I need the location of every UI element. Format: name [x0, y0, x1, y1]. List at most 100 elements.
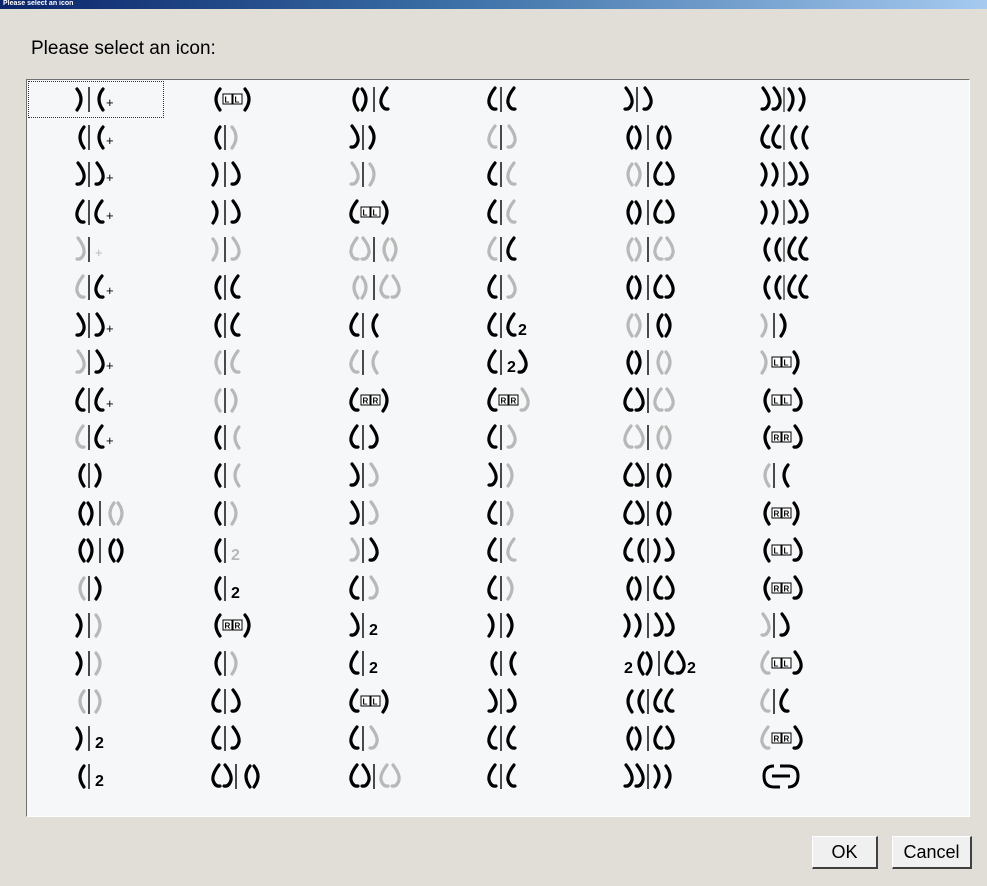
icon-cell[interactable]: 2 — [440, 344, 576, 381]
icon-cell[interactable] — [576, 570, 712, 607]
icon-cell[interactable] — [576, 119, 712, 156]
icon-cell[interactable] — [28, 683, 164, 720]
icon-cell[interactable] — [713, 194, 849, 231]
icon-cell[interactable] — [28, 457, 164, 494]
icon-cell[interactable]: LL — [164, 81, 300, 118]
icon-cell[interactable] — [302, 307, 438, 344]
icon-cell[interactable]: + — [28, 194, 164, 231]
icon-cell[interactable]: + — [28, 344, 164, 381]
icon-cell[interactable] — [164, 307, 300, 344]
icon-cell[interactable] — [576, 457, 712, 494]
icon-cell[interactable] — [713, 307, 849, 344]
icon-cell[interactable]: LL — [713, 532, 849, 569]
icon-cell[interactable] — [576, 758, 712, 795]
icon-cell[interactable] — [164, 194, 300, 231]
icon-cell[interactable] — [302, 457, 438, 494]
icon-cell[interactable]: LL — [302, 683, 438, 720]
icon-cell[interactable] — [576, 607, 712, 644]
icon-cell[interactable] — [302, 758, 438, 795]
icon-cell[interactable] — [576, 194, 712, 231]
icon-cell[interactable]: LL — [713, 382, 849, 419]
icon-cell[interactable] — [713, 119, 849, 156]
icon-cell[interactable]: RR — [713, 720, 849, 757]
icon-cell[interactable] — [440, 231, 576, 268]
icon-cell[interactable] — [713, 457, 849, 494]
icon-cell[interactable] — [28, 607, 164, 644]
icon-cell[interactable] — [302, 344, 438, 381]
icon-cell[interactable] — [164, 382, 300, 419]
icon-cell[interactable] — [164, 758, 300, 795]
icon-cell[interactable] — [28, 495, 164, 532]
icon-cell[interactable] — [713, 269, 849, 306]
icon-cell[interactable]: 2 — [28, 720, 164, 757]
cancel-button[interactable]: Cancel — [892, 836, 972, 869]
icon-cell[interactable] — [302, 156, 438, 193]
icon-cell[interactable]: 2 — [164, 570, 300, 607]
icon-cell[interactable] — [576, 269, 712, 306]
icon-cell[interactable]: + — [28, 156, 164, 193]
icon-cell[interactable] — [440, 570, 576, 607]
icon-cell[interactable] — [302, 419, 438, 456]
icon-cell[interactable] — [713, 81, 849, 118]
icon-cell[interactable] — [576, 307, 712, 344]
icon-cell[interactable] — [713, 156, 849, 193]
icon-cell[interactable] — [576, 683, 712, 720]
icon-cell[interactable] — [576, 532, 712, 569]
icon-cell[interactable] — [440, 495, 576, 532]
icon-cell[interactable] — [440, 758, 576, 795]
icon-cell[interactable]: RR — [440, 382, 576, 419]
icon-cell[interactable] — [28, 645, 164, 682]
icon-cell[interactable]: 2 — [164, 532, 300, 569]
icon-cell[interactable] — [302, 231, 438, 268]
icon-cell[interactable]: 2 — [302, 607, 438, 644]
icon-cell[interactable]: + — [28, 269, 164, 306]
icon-cell[interactable] — [576, 81, 712, 118]
icon-cell[interactable] — [440, 532, 576, 569]
icon-cell[interactable] — [164, 495, 300, 532]
icon-cell[interactable]: + — [28, 231, 164, 268]
icon-cell[interactable] — [302, 119, 438, 156]
icon-cell[interactable] — [576, 720, 712, 757]
icon-cell[interactable] — [440, 645, 576, 682]
icon-cell[interactable] — [164, 645, 300, 682]
icon-cell[interactable] — [164, 231, 300, 268]
icon-cell[interactable] — [164, 344, 300, 381]
icon-cell[interactable] — [576, 382, 712, 419]
icon-cell[interactable] — [164, 119, 300, 156]
icon-cell[interactable] — [164, 457, 300, 494]
icon-cell[interactable]: + — [28, 382, 164, 419]
icon-cell[interactable]: RR — [164, 607, 300, 644]
icon-cell[interactable] — [440, 269, 576, 306]
icon-cell[interactable] — [302, 720, 438, 757]
icon-cell[interactable] — [440, 720, 576, 757]
icon-cell[interactable] — [164, 419, 300, 456]
icon-cell[interactable] — [440, 81, 576, 118]
icon-cell[interactable] — [302, 532, 438, 569]
icon-cell[interactable] — [576, 495, 712, 532]
ok-button[interactable]: OK — [812, 836, 878, 869]
icon-cell[interactable] — [576, 419, 712, 456]
icon-cell[interactable] — [302, 570, 438, 607]
icon-cell[interactable] — [576, 231, 712, 268]
icon-cell[interactable]: LL — [302, 194, 438, 231]
icon-cell[interactable] — [713, 231, 849, 268]
icon-cell[interactable] — [302, 81, 438, 118]
icon-cell[interactable]: 22 — [576, 645, 712, 682]
icon-cell[interactable] — [302, 495, 438, 532]
icon-cell[interactable] — [164, 269, 300, 306]
icon-cell[interactable] — [440, 156, 576, 193]
icon-cell[interactable]: RR — [302, 382, 438, 419]
icon-cell[interactable]: + — [28, 307, 164, 344]
icon-cell[interactable] — [576, 156, 712, 193]
icon-cell[interactable]: RR — [713, 570, 849, 607]
icon-cell[interactable]: LL — [713, 344, 849, 381]
icon-cell[interactable]: 2 — [302, 645, 438, 682]
icon-cell[interactable] — [28, 570, 164, 607]
icon-cell[interactable]: + — [28, 419, 164, 456]
icon-cell[interactable]: 2 — [28, 758, 164, 795]
icon-cell[interactable]: RR — [713, 495, 849, 532]
icon-cell[interactable] — [576, 344, 712, 381]
icon-cell[interactable] — [28, 532, 164, 569]
icon-cell[interactable] — [164, 683, 300, 720]
icon-cell[interactable] — [440, 419, 576, 456]
